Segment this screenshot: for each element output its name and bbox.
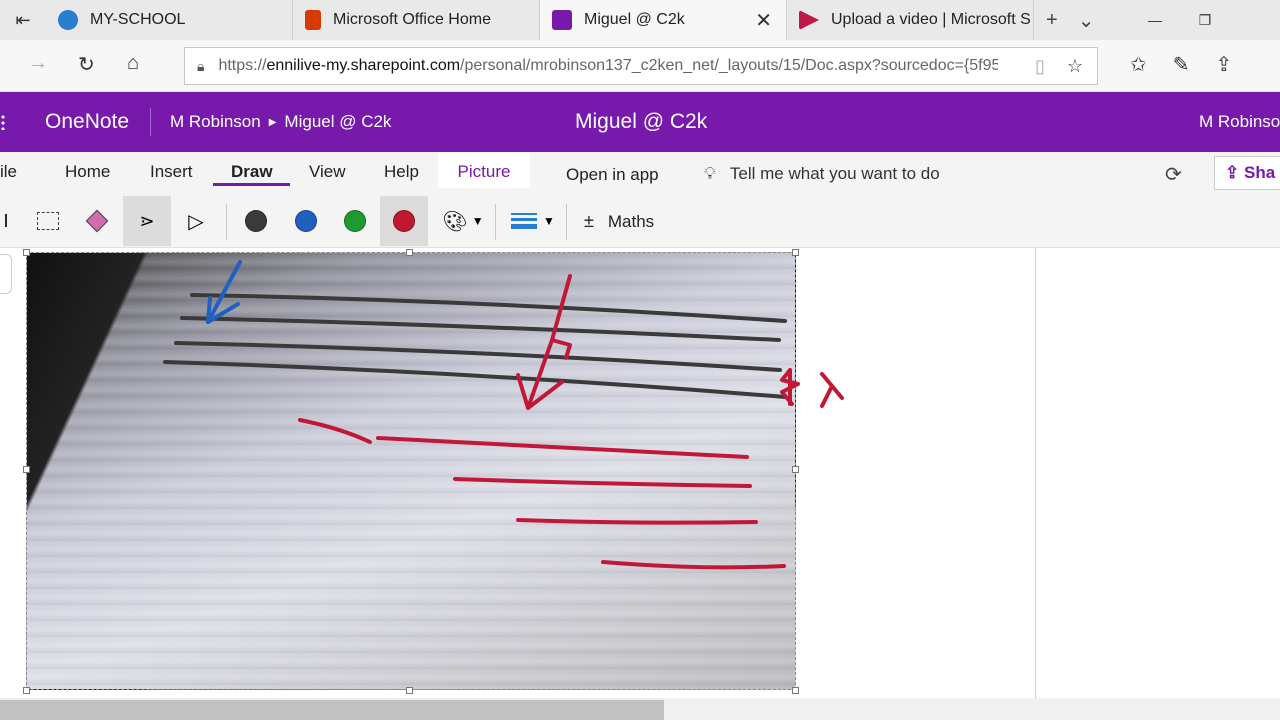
office-favicon-icon	[305, 10, 321, 30]
pen-blue[interactable]	[282, 196, 330, 246]
resize-handle[interactable]	[792, 466, 799, 473]
chevron-down-icon: ▼	[543, 214, 555, 228]
share-icon: ⇪	[1225, 163, 1240, 182]
pen-green-swatch	[344, 210, 366, 232]
tab-help[interactable]: Help	[384, 162, 419, 182]
breadcrumb: M Robinson ▶ Miguel @ C2k	[170, 112, 391, 132]
home-icon[interactable]: ⌂	[127, 52, 139, 75]
notes-pen-icon[interactable]: ✎	[1173, 52, 1190, 77]
toolbar-divider	[495, 204, 496, 240]
tell-me-label: Tell me what you want to do	[729, 164, 940, 183]
resize-handle[interactable]	[23, 687, 30, 694]
new-tab-icon[interactable]: +	[1046, 9, 1058, 32]
minimize-icon[interactable]: —	[1130, 12, 1180, 28]
breadcrumb-arrow-icon: ▶	[268, 116, 277, 128]
resize-handle[interactable]	[792, 687, 799, 694]
maths-label: Maths	[607, 211, 655, 231]
tab-picture[interactable]: Picture	[438, 152, 530, 188]
section-pane-tab[interactable]	[0, 254, 12, 294]
browser-tab-active[interactable]: Miguel @ C2k ✕	[540, 0, 787, 40]
app-launcher-icon[interactable]	[0, 114, 6, 130]
color-palette-dropdown[interactable]: 🎨︎ ▼	[436, 196, 490, 246]
tab-title: MY-SCHOOL	[90, 11, 186, 28]
window-controls: — ❐	[1130, 0, 1280, 40]
resize-handle[interactable]	[792, 249, 799, 256]
header-divider	[150, 108, 151, 136]
refresh-icon[interactable]: ↻	[78, 52, 95, 77]
page-title: Miguel @ C2k	[575, 110, 708, 133]
resize-handle[interactable]	[406, 249, 413, 256]
pen-black[interactable]	[232, 196, 280, 246]
maths-icon: ±	[584, 211, 594, 231]
palette-icon: 🎨︎	[442, 210, 468, 233]
toolbar-divider	[566, 204, 567, 240]
browser-tab-bar: ⇤ MY-SCHOOL Microsoft Office Home Miguel…	[0, 0, 1280, 40]
share-icon[interactable]: ⇪	[1216, 52, 1233, 77]
breadcrumb-user[interactable]: M Robinson	[170, 112, 261, 132]
inserted-photo[interactable]	[26, 252, 796, 690]
url-text: https://ennilive-my.sharepoint.com/perso…	[218, 57, 999, 74]
pen-black-swatch	[245, 210, 267, 232]
browser-tab[interactable]: Upload a video | Microsoft S	[787, 0, 1034, 40]
open-in-app-button[interactable]: Open in app	[566, 165, 659, 185]
pen-red-swatch	[393, 210, 415, 232]
resize-handle[interactable]	[23, 249, 30, 256]
tab-controls: + ⌄	[1034, 0, 1094, 40]
reading-view-icon[interactable]: ▯	[1035, 56, 1045, 77]
restore-icon[interactable]: ❐	[1180, 12, 1230, 29]
active-tab-indicator	[213, 183, 290, 186]
maths-button[interactable]: ± Maths	[584, 211, 654, 232]
favorites-icon[interactable]: ✩	[1130, 52, 1147, 77]
forward-icon[interactable]: →	[28, 52, 48, 75]
user-account[interactable]: M Robinson	[1199, 112, 1280, 132]
pen-red[interactable]	[380, 196, 428, 246]
breadcrumb-notebook[interactable]: Miguel @ C2k	[284, 112, 391, 132]
tab-list-chevron-icon[interactable]: ⌄	[1078, 8, 1095, 33]
tab-title: Miguel @ C2k	[584, 11, 685, 28]
scrollbar-thumb[interactable]	[0, 700, 664, 720]
browser-tab[interactable]: Microsoft Office Home	[293, 0, 540, 40]
tab-file[interactable]: ile	[0, 162, 17, 182]
tab-title: Microsoft Office Home	[333, 11, 491, 28]
onenote-header: OneNote M Robinson ▶ Miguel @ C2k Miguel…	[0, 92, 1280, 152]
eraser-icon[interactable]	[73, 196, 121, 246]
chevron-down-icon: ▼	[471, 214, 484, 228]
pen-tool-icon[interactable]: ⋗	[123, 196, 171, 246]
draw-toolbar: I ⋗ ▷ 🎨︎ ▼ ▼ ± Maths	[0, 196, 1280, 248]
close-tab-icon[interactable]: ✕	[755, 8, 772, 33]
sync-icon[interactable]: ⟳	[1165, 162, 1182, 187]
share-label: Sha	[1243, 163, 1276, 182]
app-name[interactable]: OneNote	[45, 110, 129, 134]
tell-me-search[interactable]: 💡︎ Tell me what you want to do	[704, 164, 940, 184]
address-bar-row: → ↻ ⌂ 🔒︎ https://ennilive-my.sharepoint.…	[0, 40, 1280, 92]
highlighter-tool-icon[interactable]: ▷	[172, 196, 220, 246]
line-thickness-icon	[511, 213, 538, 229]
lock-icon: 🔒︎	[197, 57, 205, 74]
stream-favicon-icon	[799, 10, 819, 30]
favorite-star-icon[interactable]: ☆	[1067, 56, 1083, 77]
set-aside-tabs-icon[interactable]: ⇤	[0, 0, 46, 40]
browser-tab[interactable]: MY-SCHOOL	[46, 0, 293, 40]
tab-draw[interactable]: Draw	[231, 162, 273, 182]
toolbar-divider	[226, 204, 227, 240]
onenote-favicon-icon	[552, 10, 572, 30]
url-field[interactable]: 🔒︎ https://ennilive-my.sharepoint.com/pe…	[184, 47, 1098, 85]
page-edge	[1035, 248, 1036, 698]
ribbon-tabs: ile Home Insert Draw View Help Open in a…	[0, 152, 1280, 196]
tab-home[interactable]: Home	[65, 162, 110, 182]
my-school-favicon-icon	[58, 10, 78, 30]
tab-title: Upload a video | Microsoft S	[831, 11, 1031, 28]
line-thickness-dropdown[interactable]: ▼	[506, 196, 560, 246]
tab-view[interactable]: View	[309, 162, 346, 182]
lasso-select-icon[interactable]	[24, 196, 72, 246]
tab-insert[interactable]: Insert	[150, 162, 193, 182]
resize-handle[interactable]	[406, 687, 413, 694]
pen-blue-swatch	[295, 210, 317, 232]
lightbulb-icon: 💡︎	[704, 164, 716, 183]
resize-handle[interactable]	[23, 466, 30, 473]
pen-green[interactable]	[331, 196, 379, 246]
share-button[interactable]: ⇪ Sha	[1214, 156, 1280, 190]
